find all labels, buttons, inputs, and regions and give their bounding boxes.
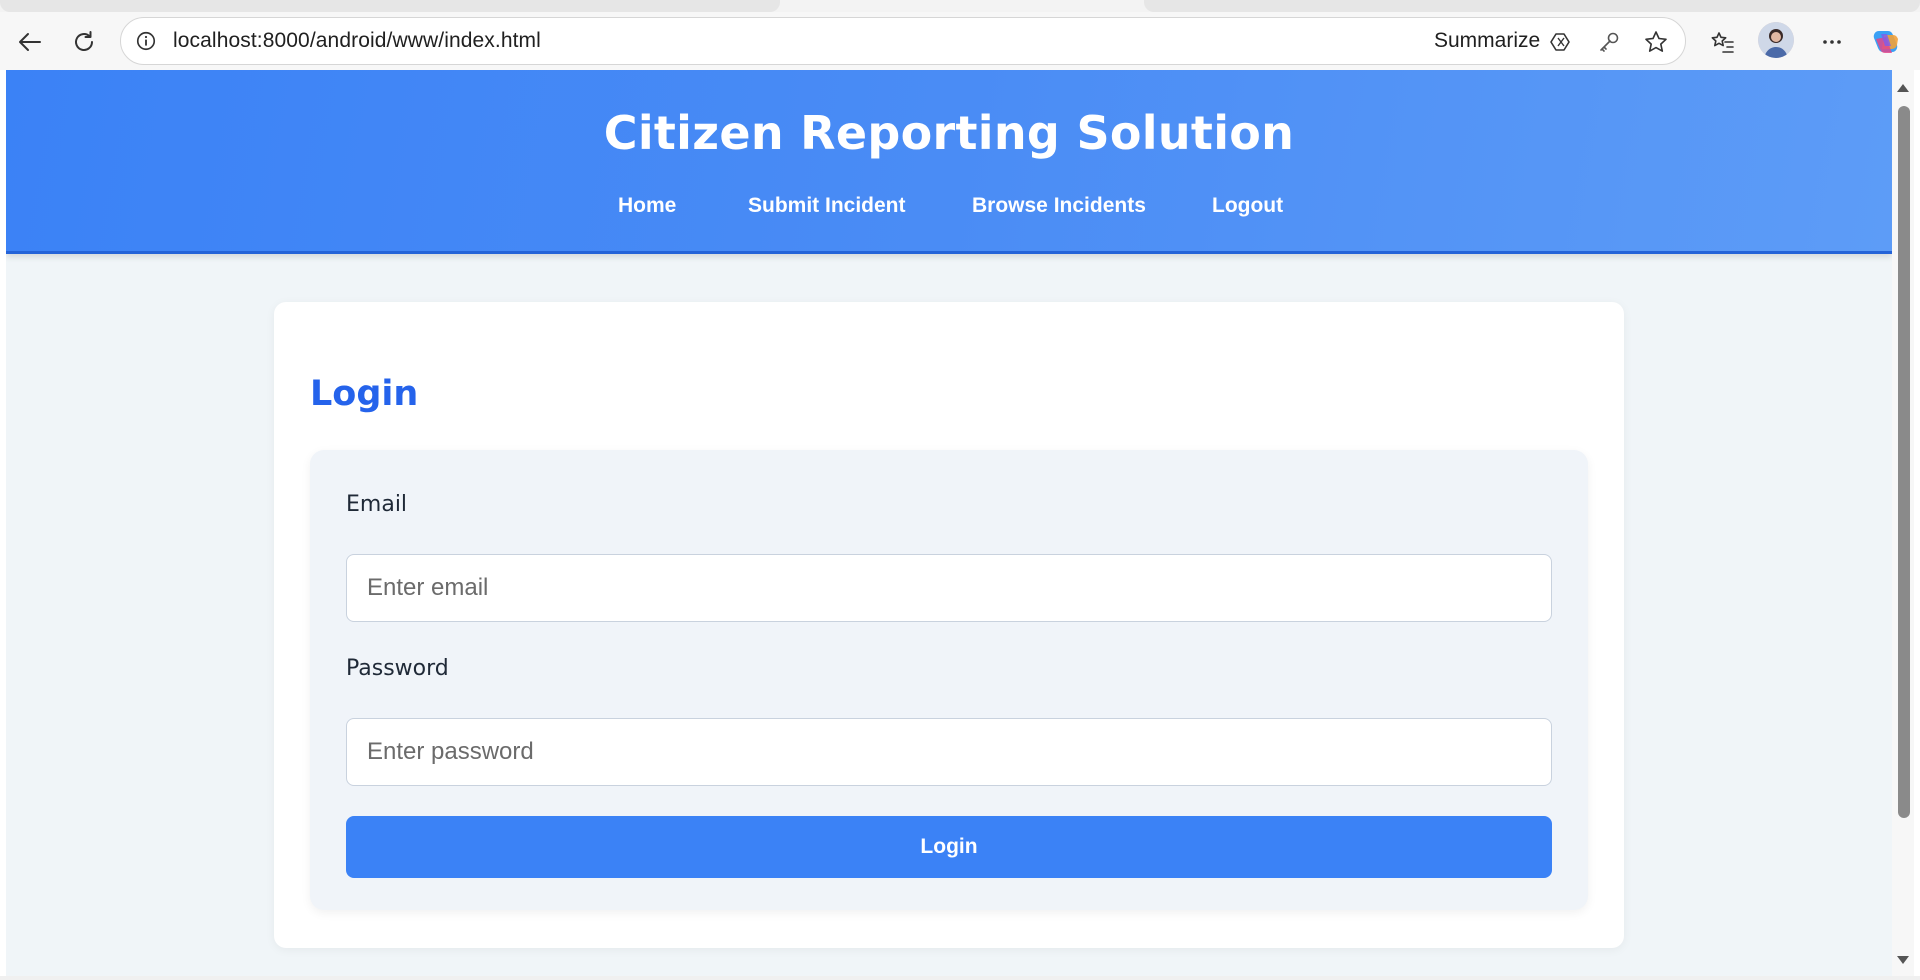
scroll-down-icon[interactable]: [1897, 956, 1909, 964]
profile-avatar[interactable]: [1758, 22, 1794, 58]
copilot-summarize-icon[interactable]: [1547, 28, 1575, 56]
back-arrow-icon[interactable]: [12, 24, 48, 60]
login-form: Email Password Login: [310, 450, 1588, 910]
copilot-icon[interactable]: [1868, 24, 1904, 60]
window-bottom-edge: [0, 976, 1920, 980]
info-icon[interactable]: [133, 28, 159, 54]
nav-home[interactable]: Home: [618, 194, 676, 218]
more-menu-icon[interactable]: [1814, 24, 1850, 60]
password-field[interactable]: [346, 718, 1552, 786]
address-bar[interactable]: localhost:8000/android/www/index.html Su…: [120, 17, 1686, 65]
key-icon[interactable]: [1595, 28, 1623, 56]
login-button[interactable]: Login: [346, 816, 1552, 878]
email-field[interactable]: [346, 554, 1552, 622]
summarize-button[interactable]: Summarize: [1434, 29, 1540, 53]
nav-browse-incidents[interactable]: Browse Incidents: [972, 194, 1146, 218]
favorites-list-icon[interactable]: [1704, 24, 1740, 60]
site-title: Citizen Reporting Solution: [603, 106, 1295, 160]
scroll-up-icon[interactable]: [1897, 84, 1909, 92]
login-heading: Login: [310, 374, 419, 414]
tab-inactive[interactable]: [1144, 0, 1920, 12]
favorite-star-icon[interactable]: [1642, 28, 1670, 56]
page-viewport: Citizen Reporting Solution Home Submit I…: [6, 70, 1892, 976]
nav-logout[interactable]: Logout: [1212, 194, 1283, 218]
scroll-thumb[interactable]: [1898, 106, 1910, 818]
main-nav: Home Submit Incident Browse Incidents Lo…: [6, 194, 1892, 224]
site-header: Citizen Reporting Solution Home Submit I…: [6, 70, 1892, 254]
refresh-icon[interactable]: [66, 24, 102, 60]
tab-inactive[interactable]: [0, 0, 780, 12]
tab-strip: [0, 0, 1920, 12]
nav-submit-incident[interactable]: Submit Incident: [748, 194, 906, 218]
password-label: Password: [346, 656, 449, 681]
browser-toolbar: localhost:8000/android/www/index.html Su…: [0, 12, 1920, 70]
email-label: Email: [346, 492, 408, 517]
page-scrollbar[interactable]: [1892, 70, 1914, 976]
address-url[interactable]: localhost:8000/android/www/index.html: [173, 29, 541, 53]
login-card: Login Email Password Login: [274, 302, 1624, 948]
